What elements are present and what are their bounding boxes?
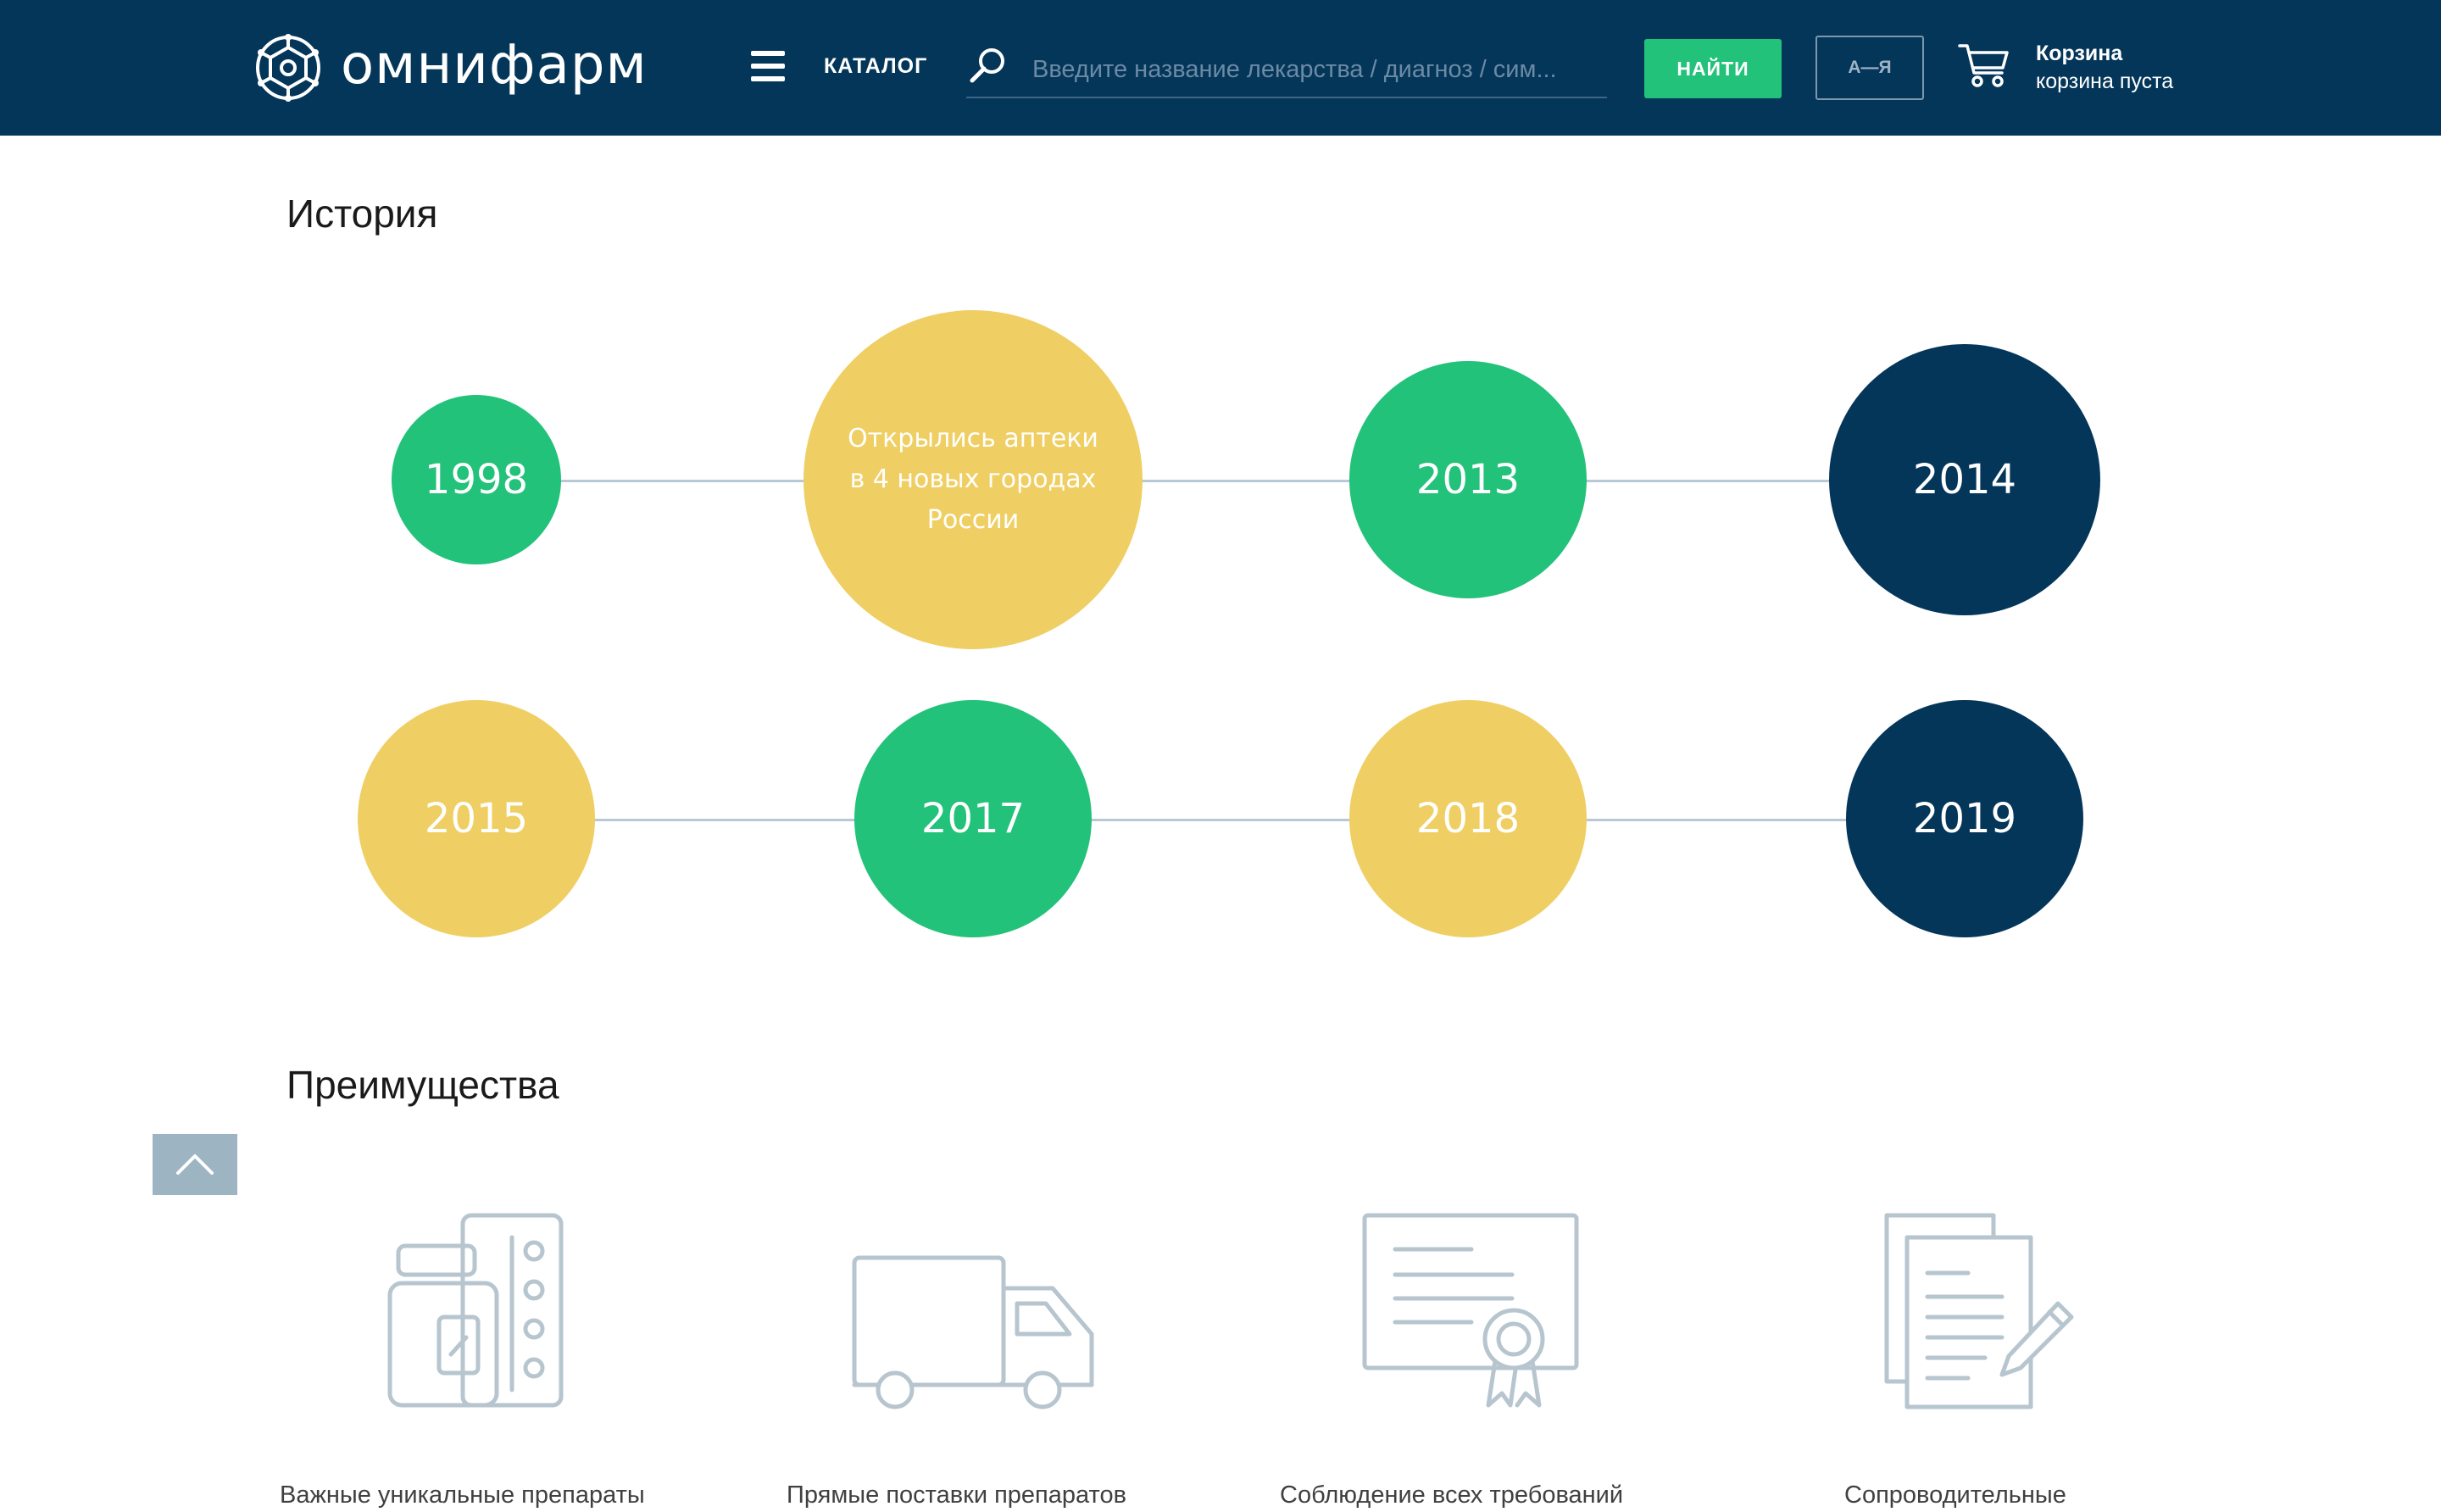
history-circle-2018[interactable]: 2018 [1349,700,1587,937]
logo-text[interactable]: омнифарм [341,27,648,103]
history-circle-label: 2017 [920,795,1026,842]
truck-icon [852,1255,1094,1409]
history-circle-cities[interactable]: Открылись аптеки в 4 новых городах Росси… [803,310,1143,649]
history-circle-label: 2018 [1415,795,1521,842]
benefit-caption: Соблюдение всех требований [1280,1481,1624,1509]
history-circle-label: Открылись аптеки в 4 новых городах Росси… [848,424,1098,535]
cart-title[interactable]: Корзина [2036,39,2122,68]
history-circle-2015[interactable]: 2015 [358,700,595,937]
history-circle-2017[interactable]: 2017 [854,700,1092,937]
history-circle-2013[interactable]: 2013 [1349,361,1587,598]
certificate-icon [1362,1213,1579,1408]
history-circle-label: 1998 [424,456,529,503]
benefits-title: Преимущества [286,1063,559,1107]
search-icon[interactable] [968,46,1007,85]
timeline-connector [476,819,1965,821]
cart-icon[interactable] [1958,42,2010,88]
site-header: омнифарм КАТАЛОГ НАЙТИ А—Я Корзина корзи… [0,0,2441,136]
history-circle-label: 2013 [1415,456,1521,503]
catalog-link[interactable]: КАТАЛОГ [824,51,927,81]
benefit-caption: Важные уникальные препараты [280,1481,645,1509]
history-circle-1998[interactable]: 1998 [392,395,561,564]
search-input[interactable] [1032,51,1583,88]
find-button[interactable]: НАЙТИ [1644,39,1782,98]
scroll-up-button[interactable] [153,1134,237,1195]
benefit-caption: Прямые поставки препаратов [787,1481,1126,1509]
chevron-up-icon [176,1154,214,1175]
history-circle-label: 2015 [424,795,529,842]
documents-icon [1884,1213,2074,1409]
history-title: История [286,192,438,236]
search-field [966,34,1607,98]
history-circle-2019[interactable]: 2019 [1846,700,2083,937]
cart-status: корзина пуста [2036,69,2174,93]
history-circle-label: 2019 [1912,795,2017,842]
benefit-caption: Сопроводительные [1844,1481,2066,1509]
logo-icon[interactable] [253,32,324,103]
history-circle-2014[interactable]: 2014 [1829,344,2100,615]
history-circle-label: 2014 [1912,456,2017,503]
az-index-button[interactable]: А—Я [1815,36,1924,100]
medicine-icon [387,1213,564,1408]
menu-icon[interactable] [751,51,785,81]
